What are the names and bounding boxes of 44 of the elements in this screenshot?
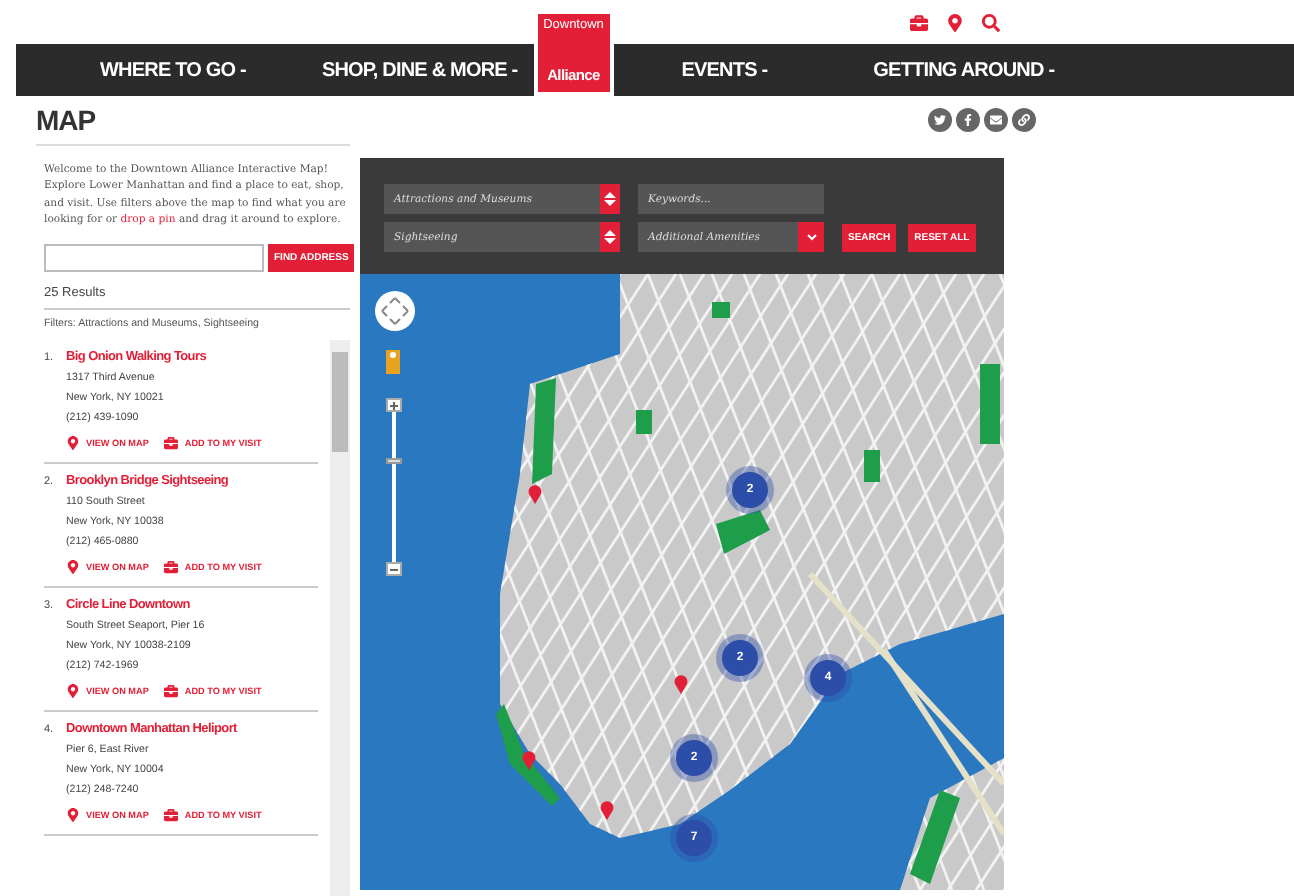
map-marker-icon[interactable] <box>673 674 687 694</box>
minus-icon <box>390 565 398 573</box>
nav-link[interactable]: GETTING AROUND - <box>873 59 1055 81</box>
briefcase-icon <box>164 559 179 574</box>
scrollbar-thumb[interactable] <box>332 351 348 452</box>
park-area <box>716 510 770 554</box>
up-down-arrows-icon <box>604 230 616 244</box>
park-area <box>864 450 880 482</box>
search-icon[interactable] <box>982 13 1000 31</box>
address-field[interactable] <box>44 243 264 272</box>
chevron-down-icon <box>805 230 817 244</box>
up-down-arrows-icon <box>604 192 616 206</box>
map-pin-icon <box>66 559 80 574</box>
park-area <box>910 790 960 884</box>
nav-link[interactable]: WHERE TO GO - <box>100 59 246 81</box>
pan-control-icon[interactable] <box>374 290 416 332</box>
briefcase-icon <box>164 435 179 450</box>
briefcase-icon[interactable] <box>910 13 928 31</box>
map-marker-icon[interactable] <box>527 484 541 504</box>
park-area <box>532 378 556 484</box>
park-area <box>712 302 730 318</box>
map-pin-icon <box>66 435 80 450</box>
map-pin-icon[interactable] <box>946 13 964 31</box>
park-area <box>496 704 560 806</box>
map-marker-icon[interactable] <box>599 800 613 820</box>
scrollbar[interactable] <box>330 339 350 896</box>
zoom-in-button[interactable] <box>386 398 402 412</box>
page-title: MAP <box>36 104 96 136</box>
map-marker-icon[interactable] <box>521 750 535 770</box>
briefcase-icon <box>164 807 179 822</box>
nav-link[interactable]: SHOP, DINE & MORE - <box>321 59 518 81</box>
zoom-slider-thumb[interactable] <box>386 457 402 464</box>
park-area <box>980 364 1000 444</box>
facebook-icon[interactable] <box>955 108 980 132</box>
nav-link[interactable]: EVENTS - <box>681 59 768 81</box>
map-pin-icon <box>66 683 80 698</box>
plus-icon <box>390 401 398 409</box>
zoom-out-button[interactable] <box>386 562 402 576</box>
email-icon[interactable] <box>983 108 1008 132</box>
link-icon[interactable] <box>1011 108 1036 132</box>
twitter-icon[interactable] <box>927 108 952 132</box>
park-area <box>636 410 652 434</box>
map-pin-icon <box>66 807 80 822</box>
briefcase-icon <box>164 683 179 698</box>
